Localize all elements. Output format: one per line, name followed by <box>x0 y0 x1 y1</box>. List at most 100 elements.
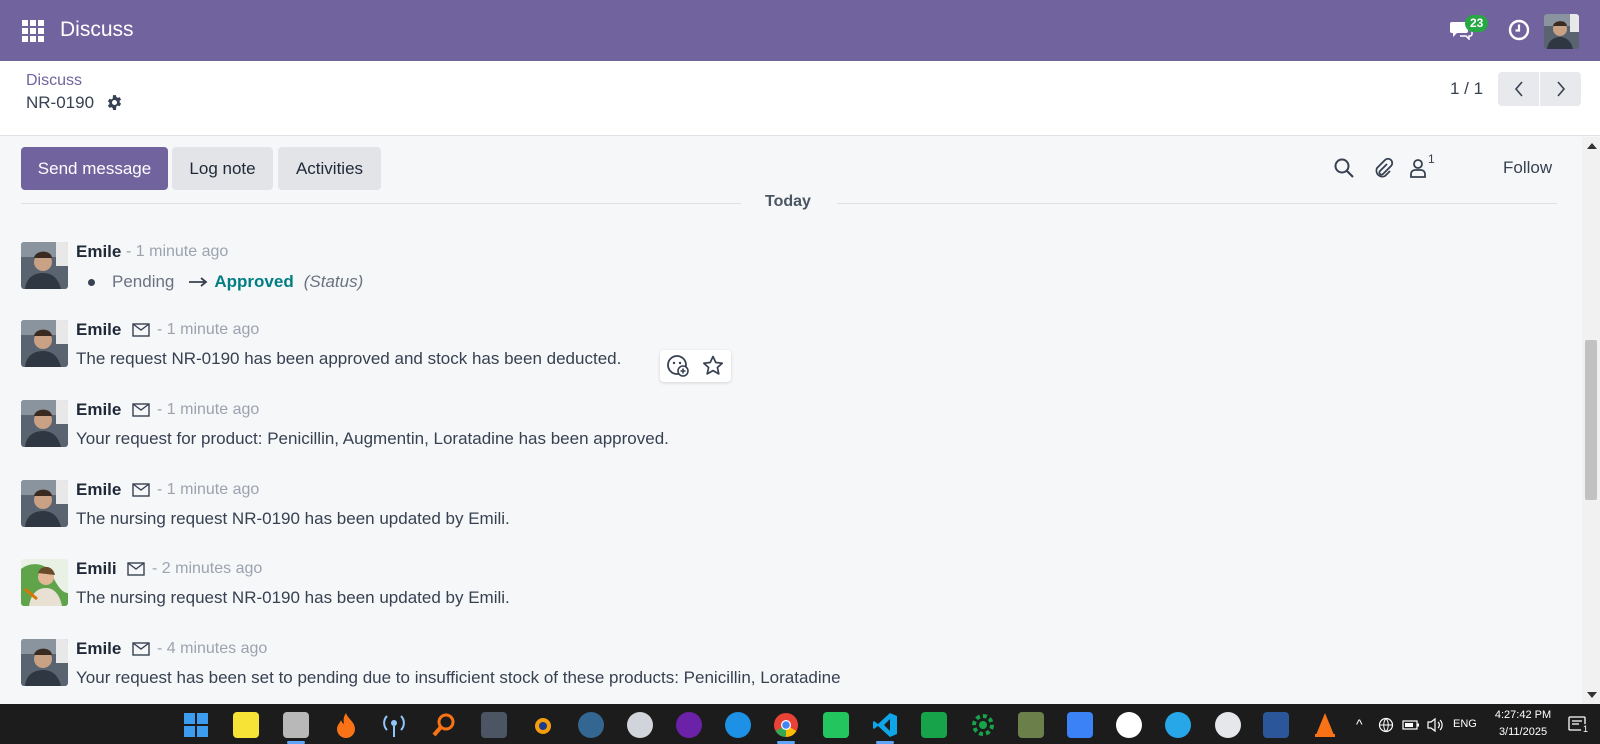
chevron-left-icon <box>1514 81 1523 97</box>
chatter: Send message Log note Activities 1 Follo… <box>0 137 1582 704</box>
avatar[interactable] <box>21 242 68 289</box>
github-desktop-icon[interactable] <box>676 712 702 738</box>
tracking-field-name: (Status) <box>303 272 364 291</box>
avatar[interactable] <box>21 639 68 686</box>
followers-count: 1 <box>1428 152 1435 166</box>
scroll-down-arrow-icon[interactable] <box>1587 692 1597 698</box>
star-icon[interactable] <box>701 354 725 378</box>
breadcrumb-discuss[interactable]: Discuss <box>26 72 82 90</box>
pager-next-button[interactable] <box>1540 72 1581 106</box>
volume-icon[interactable] <box>1426 717 1444 733</box>
clock-date[interactable]: 3/11/2025 <box>1488 726 1558 738</box>
envelope-icon <box>132 642 150 656</box>
record-name: NR-0190 <box>26 93 95 112</box>
avatar[interactable] <box>21 320 68 367</box>
avatar[interactable] <box>21 480 68 527</box>
show-hidden-icons-chevron-icon[interactable]: ^ <box>1356 716 1363 732</box>
activity-clock-icon[interactable] <box>1508 19 1530 41</box>
gear-icon[interactable] <box>106 94 123 111</box>
eyes-app-icon[interactable] <box>1018 712 1044 738</box>
message-time: - 2 minutes ago <box>152 560 263 577</box>
pipe-app-icon[interactable] <box>921 712 947 738</box>
blender-icon[interactable] <box>528 712 554 738</box>
message-body: The nursing request NR-0190 has been upd… <box>76 588 510 607</box>
arrow-right-icon <box>189 277 208 287</box>
message-time: - 1 minute ago <box>157 481 260 498</box>
message-body: Your request for product: Penicillin, Au… <box>76 429 669 448</box>
envelope-icon <box>132 483 150 497</box>
envelope-icon <box>132 403 150 417</box>
message-body: Your request has been set to pending due… <box>76 668 841 687</box>
date-divider-left <box>21 203 741 204</box>
avatar[interactable] <box>21 400 68 447</box>
sticky-notes-icon[interactable] <box>233 712 259 738</box>
pager-value[interactable]: 1 / 1 <box>1450 79 1483 99</box>
message-author[interactable]: Emili <box>76 559 117 579</box>
add-reaction-icon[interactable] <box>666 354 690 378</box>
vlc-icon[interactable] <box>1312 712 1338 738</box>
wireless-tool-icon[interactable] <box>381 712 407 738</box>
wordpress-icon[interactable] <box>1215 712 1241 738</box>
message-author[interactable]: Emile <box>76 639 121 659</box>
message-item: Emile - 1 minute ago Pending Approved (S… <box>21 242 1561 302</box>
clock-time[interactable]: 4:27:42 PM <box>1488 709 1558 721</box>
bullet-icon <box>88 278 95 286</box>
follow-button[interactable]: Follow <box>1503 158 1552 178</box>
battery-icon[interactable] <box>1402 718 1420 732</box>
message-author[interactable]: Emile <box>76 320 121 340</box>
search-icon[interactable] <box>1333 157 1355 179</box>
pager-previous-button[interactable] <box>1498 72 1539 106</box>
app-title[interactable]: Discuss <box>60 18 134 42</box>
chevron-right-icon <box>1556 81 1565 97</box>
date-divider-right <box>837 203 1557 204</box>
message-item: Emile - 1 minute ago The request NR-0190… <box>21 320 1561 380</box>
message-time: - 4 minutes ago <box>157 640 268 657</box>
fire-app-icon[interactable] <box>333 712 359 738</box>
search-app-icon[interactable] <box>627 712 653 738</box>
send-message-button[interactable]: Send message <box>21 147 168 190</box>
followers-icon[interactable] <box>1407 157 1429 179</box>
tracking-new-value: Approved <box>214 272 294 291</box>
network-globe-icon[interactable] <box>1378 717 1394 733</box>
vscode-icon[interactable] <box>872 712 898 738</box>
message-author[interactable]: Emile <box>76 400 121 420</box>
scrollbar[interactable] <box>1582 137 1600 704</box>
envelope-icon <box>132 323 150 337</box>
user-avatar[interactable] <box>1544 14 1579 49</box>
word-icon[interactable] <box>1263 712 1289 738</box>
postgresql-icon[interactable] <box>578 712 604 738</box>
apps-menu-icon[interactable] <box>22 20 44 42</box>
whatsapp-icon[interactable] <box>1116 712 1142 738</box>
message-item: Emili - 2 minutes ago The nursing reques… <box>21 559 1561 619</box>
message-time: - 1 minute ago <box>126 243 229 260</box>
avatar[interactable] <box>21 559 68 606</box>
search-tool-icon[interactable] <box>431 712 457 738</box>
control-panel: Discuss NR-0190 1 / 1 <box>0 61 1600 136</box>
grid-app-icon[interactable] <box>1067 712 1093 738</box>
clock-app-icon[interactable] <box>823 712 849 738</box>
chrome-icon[interactable] <box>773 712 799 738</box>
windows-start-icon[interactable] <box>183 712 209 738</box>
scrollbar-thumb[interactable] <box>1585 340 1597 500</box>
message-author[interactable]: Emile <box>76 480 121 500</box>
telegram-icon[interactable] <box>1165 712 1191 738</box>
gimp-icon[interactable] <box>481 712 507 738</box>
docker-icon[interactable] <box>725 712 751 738</box>
messages-badge: 23 <box>1465 15 1489 32</box>
message-author[interactable]: Emile <box>76 242 121 262</box>
scroll-up-arrow-icon[interactable] <box>1587 143 1597 149</box>
message-time: - 1 minute ago <box>157 401 260 418</box>
message-body: The request NR-0190 has been approved an… <box>76 349 622 368</box>
file-explorer-icon[interactable] <box>283 712 309 738</box>
log-note-button[interactable]: Log note <box>172 147 273 190</box>
windows-taskbar: ^ ENG 4:27:42 PM 3/11/2025 1 <box>0 704 1600 744</box>
paperclip-icon[interactable] <box>1372 157 1394 179</box>
notification-count: 1 <box>1581 724 1591 734</box>
language-indicator[interactable]: ENG <box>1453 718 1477 730</box>
settings-gear-app-icon[interactable] <box>970 712 996 738</box>
activities-button[interactable]: Activities <box>278 147 381 190</box>
envelope-icon <box>127 562 145 576</box>
message-item: Emile - 1 minute ago The nursing request… <box>21 480 1561 540</box>
message-item: Emile - 1 minute ago Your request for pr… <box>21 400 1561 460</box>
message-body: The nursing request NR-0190 has been upd… <box>76 509 510 528</box>
